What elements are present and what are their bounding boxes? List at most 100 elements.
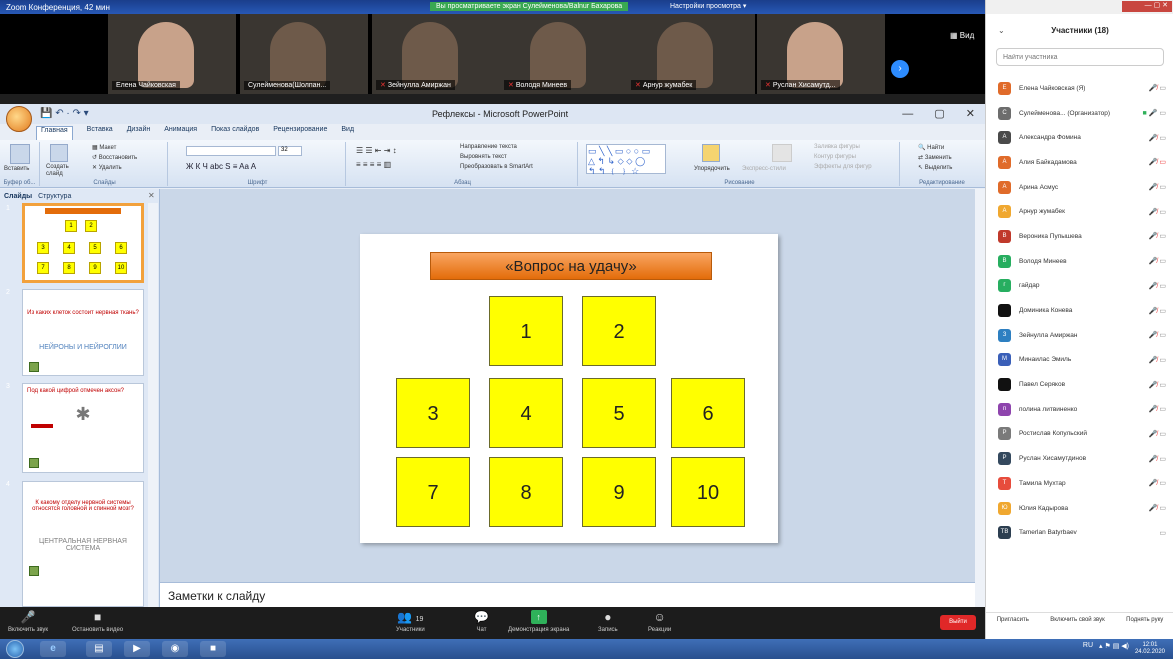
- raise-hand-button[interactable]: Поднять руку: [1126, 617, 1163, 630]
- quick-access-toolbar[interactable]: 💾 ↶ · ↷ ▾: [40, 108, 89, 119]
- participant-row[interactable]: Р Руслан Хисамутдинов 🎤̸ ▭: [986, 446, 1173, 471]
- tab-review[interactable]: Рецензирование: [273, 126, 327, 140]
- participant-row[interactable]: М Минаилас Эмиль 🎤̸ ▭: [986, 348, 1173, 373]
- window-controls[interactable]: — ▢ ✕: [902, 107, 975, 120]
- notes-placeholder[interactable]: Заметки к слайду: [168, 589, 265, 603]
- number-cell-5[interactable]: 5: [582, 378, 656, 448]
- video-tile[interactable]: ✕ Руслан Хисамутд...: [757, 14, 885, 94]
- participant-row[interactable]: А Алия Байкадамова 🎤̸ ▭: [986, 150, 1173, 175]
- start-button[interactable]: [6, 640, 24, 658]
- arrange-icon[interactable]: [702, 144, 720, 162]
- new-slide-icon[interactable]: [50, 144, 68, 162]
- slide-thumbnail-1[interactable]: 1 2 3 4 5 6 7 8 9 10: [22, 203, 144, 283]
- pane-scrollbar[interactable]: [148, 203, 158, 607]
- participant-row[interactable]: п полина литвиненко 🎤̸ ▭: [986, 397, 1173, 422]
- unmute-button[interactable]: 🎤 Включить звук: [8, 610, 48, 633]
- tab-slides[interactable]: Слайды: [4, 193, 32, 200]
- video-tile[interactable]: Сулейменова(Шолпан...: [240, 14, 368, 94]
- mic-muted-icon: 🎤̸ ▭: [1148, 455, 1166, 463]
- stop-video-button[interactable]: ■ Остановить видео: [72, 610, 123, 633]
- slide-thumbnail-3[interactable]: Под какой цифрой отмечен аксон? ✱: [22, 383, 144, 473]
- mic-muted-icon: ✕: [635, 82, 641, 89]
- font-format-icons[interactable]: Ж К Ч abc S ≡ Aa A: [186, 162, 256, 171]
- chat-button[interactable]: 💬 Чат: [474, 610, 489, 633]
- tray-icons[interactable]: ▴ ⚑ ▤ ◀): [1099, 642, 1129, 656]
- participant-row[interactable]: А Арина Асмус 🎤̸ ▭: [986, 175, 1173, 200]
- chrome-icon[interactable]: ◉: [162, 641, 188, 657]
- participant-search-input[interactable]: [996, 48, 1164, 66]
- participant-row[interactable]: В Вероника Пупышева 🎤̸ ▭: [986, 224, 1173, 249]
- tab-animation[interactable]: Анимация: [164, 126, 197, 140]
- thumb-title-bar: [45, 208, 121, 214]
- close-icon[interactable]: ✕: [148, 191, 155, 200]
- participant-row[interactable]: А Александра Фомина 🎤̸ ▭: [986, 125, 1173, 150]
- notes-pane[interactable]: Заметки к слайду: [160, 582, 975, 607]
- paste-icon[interactable]: [10, 144, 30, 164]
- folder-icon[interactable]: ▤: [86, 641, 112, 657]
- slide-scrollbar[interactable]: [975, 189, 985, 607]
- number-cell-7[interactable]: 7: [396, 457, 470, 527]
- participant-row[interactable]: TB Tamerlan Batyrbaev ▭: [986, 520, 1173, 545]
- video-tile[interactable]: ✕ Арнур жумабек: [627, 14, 755, 94]
- quick-styles-icon[interactable]: [772, 144, 792, 162]
- tab-insert[interactable]: Вставка: [87, 126, 113, 140]
- font-size-input[interactable]: 32: [278, 146, 302, 156]
- align-icons[interactable]: ≡ ≡ ≡ ≡ ▥: [356, 160, 391, 169]
- participant-row[interactable]: г гайдар 🎤̸ ▭: [986, 274, 1173, 299]
- tab-outline[interactable]: Структура: [38, 193, 71, 200]
- view-button[interactable]: ▦ Вид: [950, 31, 974, 40]
- participant-row[interactable]: А Арнур жумабек 🎤̸ ▭: [986, 199, 1173, 224]
- reactions-button[interactable]: ☺ Реакции: [648, 610, 671, 633]
- number-cell-9[interactable]: 9: [582, 457, 656, 527]
- slide[interactable]: «Вопрос на удачу» 1 2 3 4 5 6 7 8 9 10: [360, 234, 778, 543]
- number-cell-3[interactable]: 3: [396, 378, 470, 448]
- shapes-gallery[interactable]: ▭ ╲ ╲ ▭ ○ ○ ▭ △ ↰ ↳ ⬦ ⬦ ◯ ↰ ↰ ﹛ ﹜ ☆: [586, 144, 666, 176]
- participant-row[interactable]: В Володя Минеев 🎤̸ ▭: [986, 249, 1173, 274]
- participants-button[interactable]: 👥 19 Участники: [396, 610, 425, 633]
- participant-row[interactable]: Ю Юлия Кадырова 🎤̸ ▭: [986, 496, 1173, 521]
- office-button[interactable]: [6, 106, 32, 132]
- next-videos-arrow-icon[interactable]: ›: [891, 60, 909, 78]
- participant-row[interactable]: Т Тамила Мухтар 🎤̸ ▭: [986, 471, 1173, 496]
- tab-design[interactable]: Дизайн: [127, 126, 151, 140]
- number-cell-6[interactable]: 6: [671, 378, 745, 448]
- participant-row[interactable]: Павел Серяков 🎤̸ ▭: [986, 372, 1173, 397]
- slide-title[interactable]: «Вопрос на удачу»: [430, 252, 712, 280]
- participant-row[interactable]: С Сулейменова... (Организатор) ■ 🎤 ▭: [986, 101, 1173, 126]
- slide-thumbnail-2[interactable]: Из каких клеток состоит нервная ткань? Н…: [22, 289, 144, 376]
- window-controls[interactable]: — ▢ ✕: [1122, 1, 1172, 12]
- video-tile[interactable]: ✕ Зейнулла Амиржан: [372, 14, 500, 94]
- invite-button[interactable]: Пригласить: [997, 617, 1029, 630]
- video-tile[interactable]: Елена Чайковская: [108, 14, 236, 94]
- number-cell-4[interactable]: 4: [489, 378, 563, 448]
- record-button[interactable]: ● Запись: [598, 610, 618, 633]
- tab-view[interactable]: Вид: [341, 126, 354, 140]
- mic-muted-icon: 🎤̸ ▭: [1148, 381, 1166, 389]
- number-cell-2[interactable]: 2: [582, 296, 656, 366]
- leave-button[interactable]: Выйти: [940, 615, 976, 630]
- tab-slideshow[interactable]: Показ слайдов: [211, 126, 259, 140]
- ie-icon[interactable]: e: [40, 641, 66, 657]
- clock[interactable]: 12:01 24.02.2020: [1135, 642, 1165, 656]
- number-cell-10[interactable]: 10: [671, 457, 745, 527]
- slide-thumbnail-4[interactable]: К какому отделу нервной системы относятс…: [22, 481, 144, 607]
- zoom-icon[interactable]: ■: [200, 641, 226, 657]
- media-icon[interactable]: ▶: [124, 641, 150, 657]
- participant-row[interactable]: З Зейнулла Амиржан 🎤̸ ▭: [986, 323, 1173, 348]
- share-screen-button[interactable]: ↑ Демонстрация экрана: [508, 610, 569, 633]
- participant-row[interactable]: Доминика Конева 🎤̸ ▭: [986, 298, 1173, 323]
- tab-home[interactable]: Главная: [36, 126, 73, 140]
- video-name-label: Сулейменова(Шолпан...: [244, 81, 331, 90]
- mic-muted-icon: ✕: [380, 82, 386, 89]
- view-options-menu[interactable]: Настройки просмотра ▾: [670, 2, 746, 10]
- participant-row[interactable]: Р Ростислав Копульский 🎤̸ ▭: [986, 422, 1173, 447]
- video-tile[interactable]: ✕ Володя Минеев: [500, 14, 628, 94]
- number-cell-8[interactable]: 8: [489, 457, 563, 527]
- number-cell-1[interactable]: 1: [489, 296, 563, 366]
- participant-row[interactable]: Е Елена Чайковская (Я) 🎤̸ ▭: [986, 76, 1173, 101]
- list-icons[interactable]: ☰ ☰ ⇤ ⇥ ↕: [356, 146, 397, 155]
- avatar: В: [998, 229, 1011, 243]
- language-indicator[interactable]: RU: [1083, 642, 1093, 656]
- unmute-self-button[interactable]: Включить свой звук: [1050, 617, 1105, 630]
- font-name-input[interactable]: [186, 146, 276, 156]
